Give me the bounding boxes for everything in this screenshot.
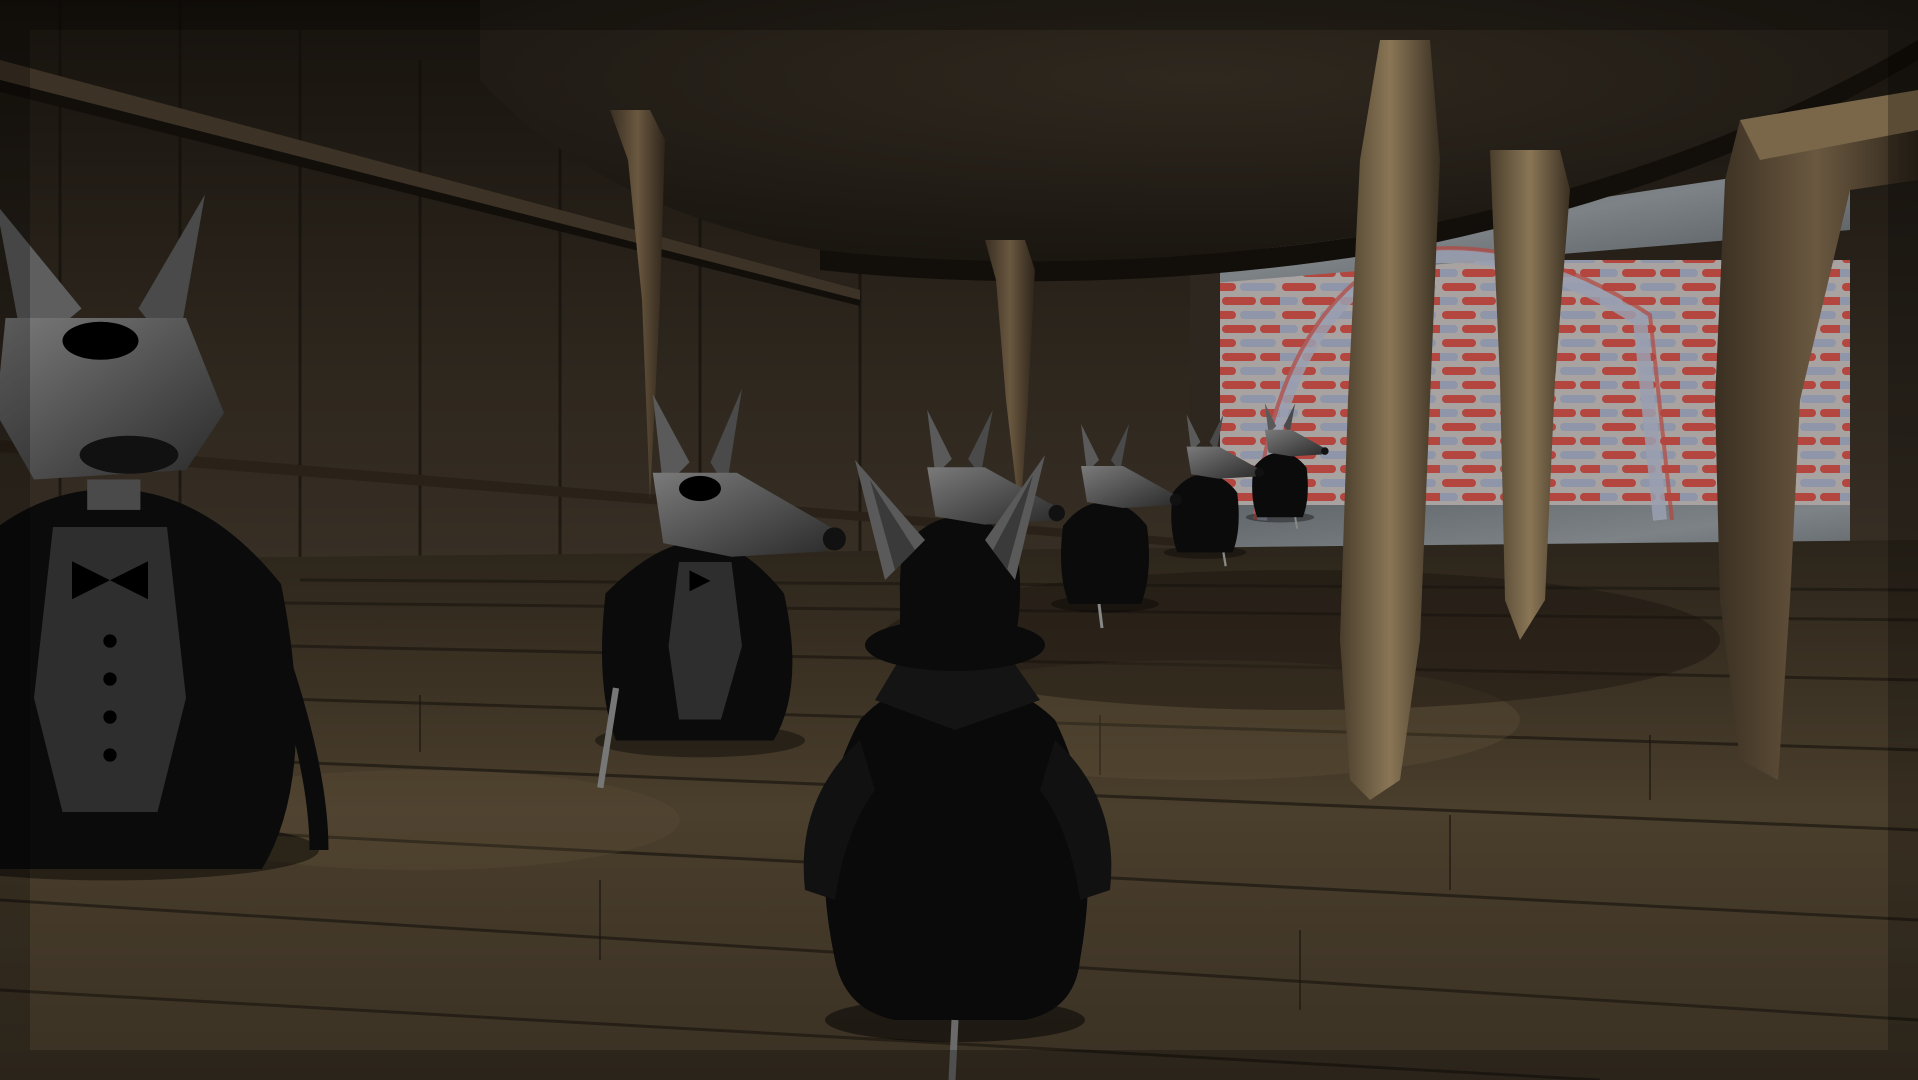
scene-canvas[interactable] [0, 0, 1918, 1080]
game-viewport[interactable] [0, 0, 1918, 1080]
